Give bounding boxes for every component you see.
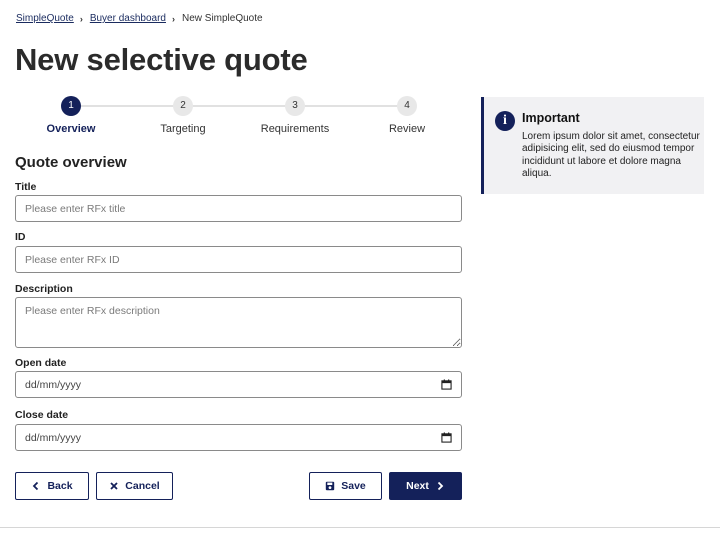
info-icon: i <box>495 111 515 131</box>
calendar-icon[interactable] <box>441 432 452 443</box>
save-button[interactable]: Save <box>309 472 382 500</box>
step-label: Targeting <box>160 123 206 135</box>
close-date-label: Close date <box>15 409 69 421</box>
important-callout: i Important Lorem ipsum dolor sit amet, … <box>481 97 704 194</box>
step-requirements[interactable]: 3 Requirements <box>239 96 351 135</box>
step-number: 1 <box>61 96 81 116</box>
progress-stepper: 1 Overview 2 Targeting 3 Requirements 4 … <box>15 96 465 140</box>
section-title: Quote overview <box>15 154 127 171</box>
step-number: 4 <box>397 96 417 116</box>
step-targeting[interactable]: 2 Targeting <box>127 96 239 135</box>
close-icon <box>110 482 118 490</box>
step-number: 2 <box>173 96 193 116</box>
step-overview[interactable]: 1 Overview <box>15 96 127 135</box>
back-button-label: Back <box>47 480 73 492</box>
open-date-input[interactable]: dd/mm/yyyy <box>15 371 462 398</box>
chevron-right-icon <box>437 481 444 491</box>
step-review[interactable]: 4 Review <box>351 96 463 135</box>
cancel-button[interactable]: Cancel <box>96 472 173 500</box>
chevron-right-icon: › <box>79 13 83 24</box>
breadcrumb-link-buyer-dashboard[interactable]: Buyer dashboard <box>90 13 166 24</box>
step-label: Requirements <box>260 123 330 135</box>
open-date-label: Open date <box>15 357 67 369</box>
id-label: ID <box>15 231 26 243</box>
save-button-label: Save <box>341 480 366 492</box>
title-label: Title <box>15 181 37 193</box>
description-textarea[interactable] <box>15 297 462 348</box>
id-input[interactable] <box>15 246 462 273</box>
chevron-right-icon: › <box>171 13 175 24</box>
step-label: Review <box>388 123 426 135</box>
callout-heading: Important <box>522 111 580 125</box>
step-label: Overview <box>46 123 96 135</box>
callout-body: Lorem ipsum dolor sit amet, consectetur … <box>522 131 700 179</box>
back-button[interactable]: Back <box>15 472 89 500</box>
breadcrumb-link-simplequote[interactable]: SimpleQuote <box>16 13 74 24</box>
date-placeholder: dd/mm/yyyy <box>25 431 82 444</box>
cancel-button-label: Cancel <box>125 480 160 492</box>
floppy-disk-icon <box>326 481 335 491</box>
close-date-input[interactable]: dd/mm/yyyy <box>15 424 462 451</box>
calendar-icon[interactable] <box>441 379 452 390</box>
title-input[interactable] <box>15 195 462 222</box>
page-title: New selective quote <box>15 42 308 77</box>
description-label: Description <box>15 283 73 295</box>
footer-divider <box>0 527 720 528</box>
breadcrumb-current: New SimpleQuote <box>181 13 263 24</box>
chevron-left-icon <box>33 481 39 491</box>
breadcrumb: SimpleQuote › Buyer dashboard › New Simp… <box>16 13 263 24</box>
next-button[interactable]: Next <box>389 472 462 500</box>
next-button-label: Next <box>406 480 429 492</box>
step-number: 3 <box>285 96 305 116</box>
date-placeholder: dd/mm/yyyy <box>25 378 82 391</box>
